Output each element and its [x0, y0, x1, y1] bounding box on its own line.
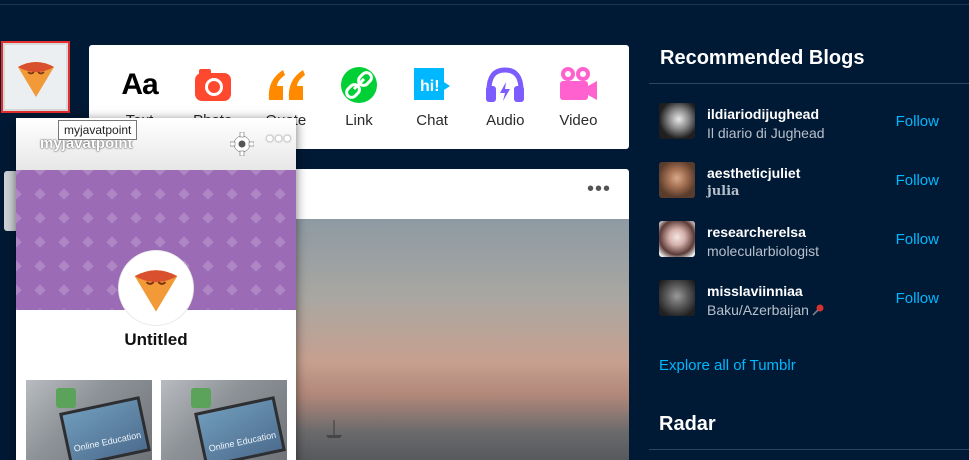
pencil-app-icon: [56, 388, 76, 408]
svg-text:hi!: hi!: [420, 78, 440, 95]
text-icon-glyph: Aa: [121, 68, 158, 101]
compose-audio-button[interactable]: Audio: [470, 65, 540, 129]
chat-icon: hi!: [410, 65, 454, 105]
recommended-blog-row[interactable]: researcherelsa molecularbiologist Follow: [659, 221, 959, 261]
follow-button[interactable]: Follow: [896, 113, 939, 130]
ice-cream-cone-icon: [17, 62, 54, 97]
compose-link-button[interactable]: Link: [324, 65, 394, 129]
link-icon: [337, 65, 381, 105]
blog-subtitle-text: Baku/Azerbaijan: [707, 302, 809, 318]
blog-subtitle: Baku/Azerbaijan: [707, 302, 825, 318]
account-avatar-button[interactable]: [1, 41, 70, 113]
blog-avatar[interactable]: [119, 251, 193, 325]
compose-audio-label: Audio: [486, 112, 525, 129]
follow-button[interactable]: Follow: [896, 231, 939, 248]
avatar: [5, 45, 66, 109]
ice-cream-cone-icon: [134, 270, 178, 312]
radar-divider: [649, 449, 969, 450]
headphones-icon: [483, 65, 527, 105]
blog-avatar[interactable]: [659, 280, 695, 316]
ship-silhouette-far: [326, 420, 342, 438]
blog-popover-card: myjavatpoint ••• Untitled Online Educati…: [16, 118, 296, 460]
blog-name[interactable]: ildiariodijughead: [707, 106, 819, 122]
compose-video-label: Video: [559, 112, 598, 129]
text-aa-icon: Aa: [118, 65, 162, 105]
avatar-tooltip: myjavatpoint: [58, 120, 138, 140]
blog-name[interactable]: researcherelsa: [707, 224, 806, 240]
camera-icon: [191, 65, 235, 105]
sidebar: Recommended Blogs ildiariodijughead Il d…: [649, 0, 969, 460]
blog-subtitle: Il diario di Jughead: [707, 125, 825, 141]
compose-chat-button[interactable]: hi! Chat: [397, 65, 467, 129]
blog-avatar[interactable]: [659, 162, 695, 198]
recommended-blogs-heading: Recommended Blogs: [660, 47, 865, 69]
blog-name[interactable]: misslaviinniaa: [707, 283, 803, 299]
blog-post-thumbnail[interactable]: Online Education: [26, 380, 152, 460]
compose-link-label: Link: [345, 112, 373, 129]
quote-icon: [264, 65, 308, 105]
heading-divider: [649, 83, 969, 84]
blog-avatar[interactable]: [659, 103, 695, 139]
blog-name[interactable]: aestheticjuliet: [707, 165, 800, 181]
post-more-options-icon[interactable]: •••: [587, 179, 611, 199]
blog-post-thumbnail[interactable]: Online Education: [161, 380, 287, 460]
blog-avatar[interactable]: [659, 221, 695, 257]
video-camera-icon: [556, 65, 600, 105]
radar-heading: Radar: [659, 413, 716, 435]
thumbnail-caption: Online Education: [207, 429, 277, 454]
pencil-app-icon: [191, 388, 211, 408]
compose-video-button[interactable]: Video: [543, 65, 613, 129]
compose-chat-label: Chat: [416, 112, 448, 129]
blog-title: Untitled: [124, 330, 188, 349]
follow-button[interactable]: Follow: [896, 290, 939, 307]
gear-icon[interactable]: [230, 132, 254, 156]
follow-button[interactable]: Follow: [896, 172, 939, 189]
blog-subtitle: molecularbiologist: [707, 243, 820, 259]
explore-all-link[interactable]: Explore all of Tumblr: [659, 357, 796, 374]
blog-subtitle: julia: [707, 184, 740, 199]
popover-more-options-icon[interactable]: •••: [266, 128, 292, 150]
recommended-blog-row[interactable]: ildiariodijughead Il diario di Jughead F…: [659, 103, 959, 143]
thumbnail-caption: Online Education: [72, 429, 142, 454]
recommended-blog-row[interactable]: aestheticjuliet julia Follow: [659, 162, 959, 202]
pushpin-icon: [812, 304, 824, 316]
recommended-blog-row[interactable]: misslaviinniaa Baku/Azerbaijan Follow: [659, 280, 959, 320]
